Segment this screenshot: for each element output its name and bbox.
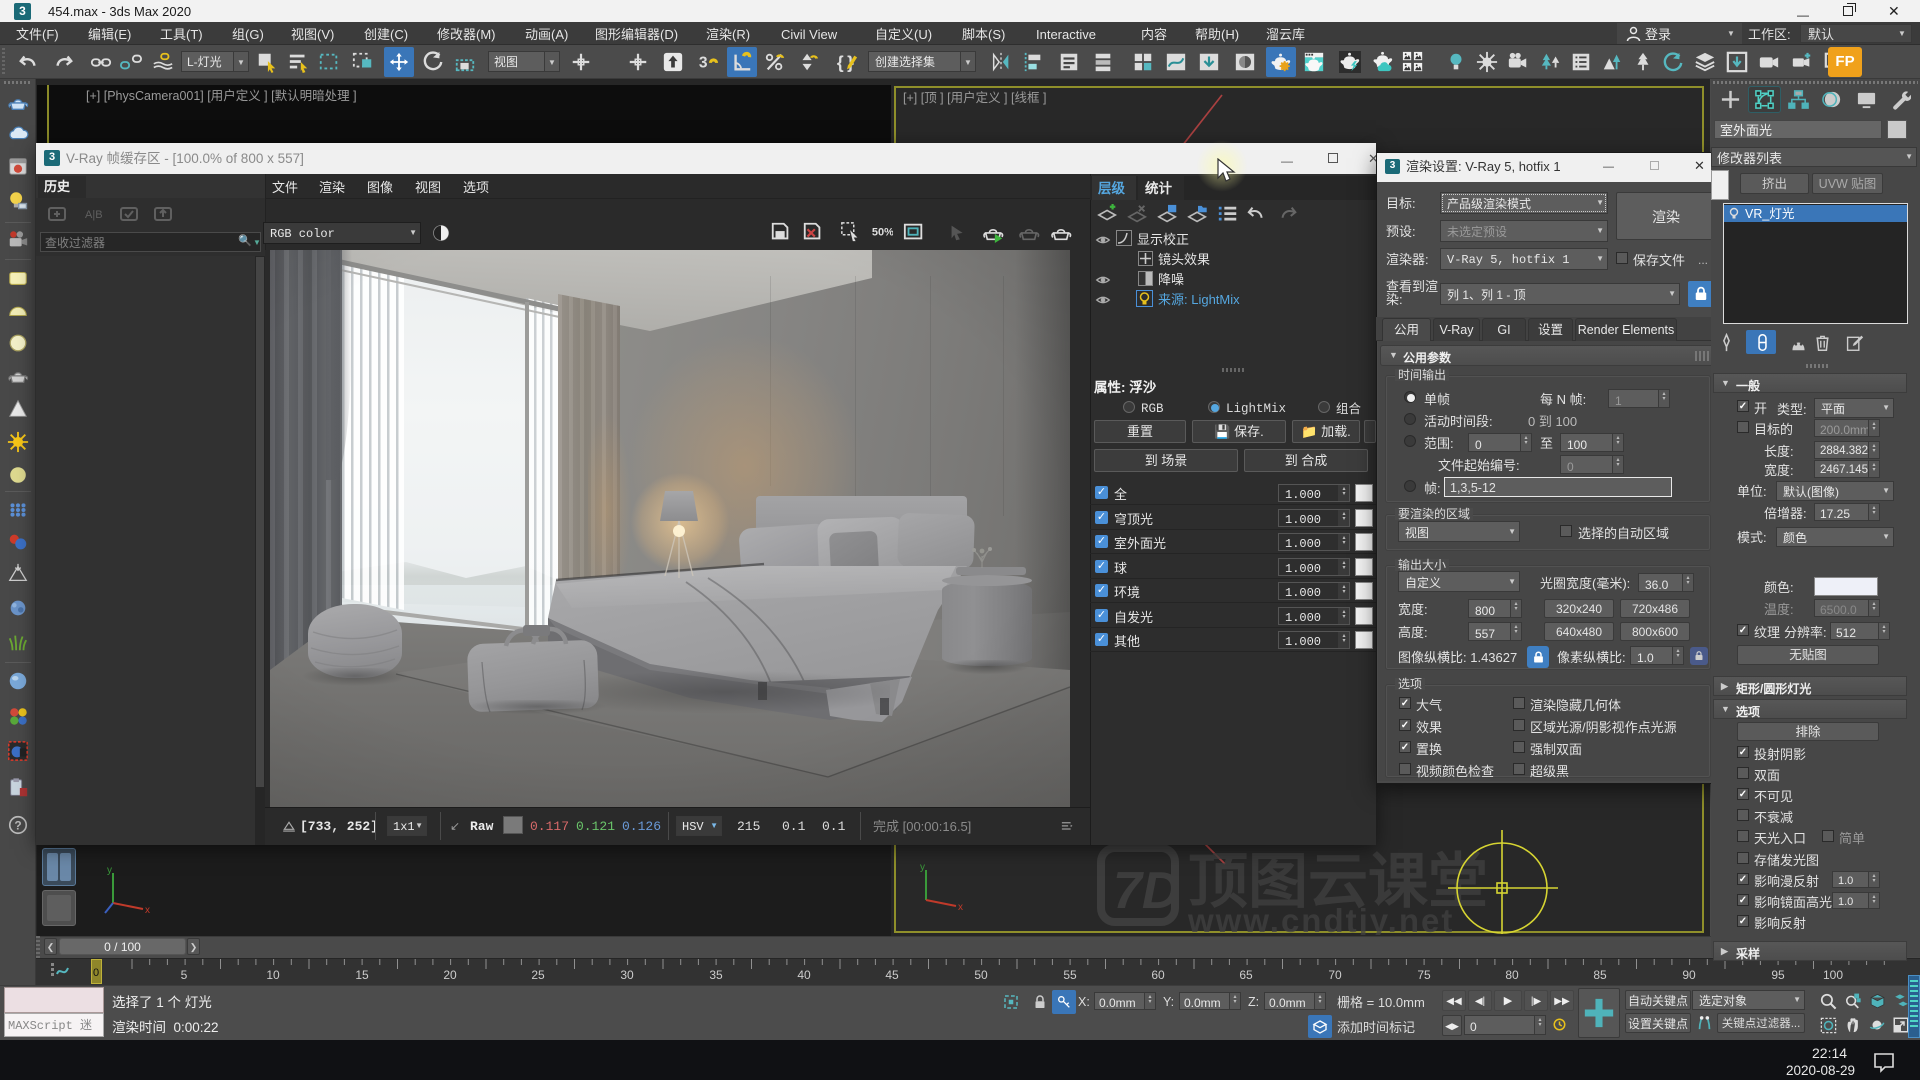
svg-text:y: y — [920, 862, 925, 873]
svg-text:y: y — [107, 865, 112, 876]
svg-text:7D: 7D — [1113, 862, 1179, 920]
svg-text:3: 3 — [699, 55, 708, 72]
svg-text:www.cndtjy.net: www.cndtjy.net — [1187, 902, 1454, 935]
svg-text:A|B: A|B — [85, 209, 103, 221]
svg-text:x: x — [145, 905, 150, 916]
svg-text:x: x — [958, 902, 963, 913]
svg-text:50%: 50% — [872, 227, 893, 239]
svg-text:?: ? — [14, 819, 21, 833]
